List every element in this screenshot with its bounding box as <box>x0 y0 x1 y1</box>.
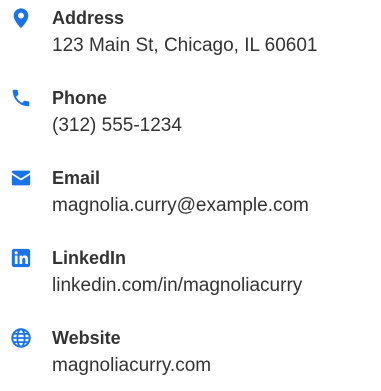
address-label: Address <box>52 8 125 28</box>
email-label: Email <box>52 168 101 188</box>
map-marker-icon <box>10 7 32 29</box>
email-value[interactable]: magnolia.curry@example.com <box>52 194 309 218</box>
globe-icon <box>10 327 32 349</box>
contact-item-website: Website magnoliacurry.com <box>0 327 381 391</box>
linkedin-icon <box>10 247 32 269</box>
contact-item-phone: Phone (312) 555-1234 <box>0 87 381 151</box>
contact-item-email: Email magnolia.curry@example.com <box>0 167 381 231</box>
address-value: 123 Main St, Chicago, IL 60601 <box>52 35 318 56</box>
contact-item-linkedin: LinkedIn linkedin.com/in/magnoliacurry <box>0 247 381 311</box>
phone-icon <box>10 87 32 109</box>
linkedin-value[interactable]: linkedin.com/in/magnoliacurry <box>52 274 302 298</box>
phone-label: Phone <box>52 88 108 108</box>
linkedin-label: LinkedIn <box>52 248 127 268</box>
website-label: Website <box>52 328 121 348</box>
envelope-icon <box>10 167 32 189</box>
website-value[interactable]: magnoliacurry.com <box>52 354 211 378</box>
phone-value[interactable]: (312) 555-1234 <box>52 114 182 138</box>
contact-item-address: Address 123 Main St, Chicago, IL 60601 <box>0 7 381 71</box>
contact-list: Address 123 Main St, Chicago, IL 60601 P… <box>0 0 381 390</box>
